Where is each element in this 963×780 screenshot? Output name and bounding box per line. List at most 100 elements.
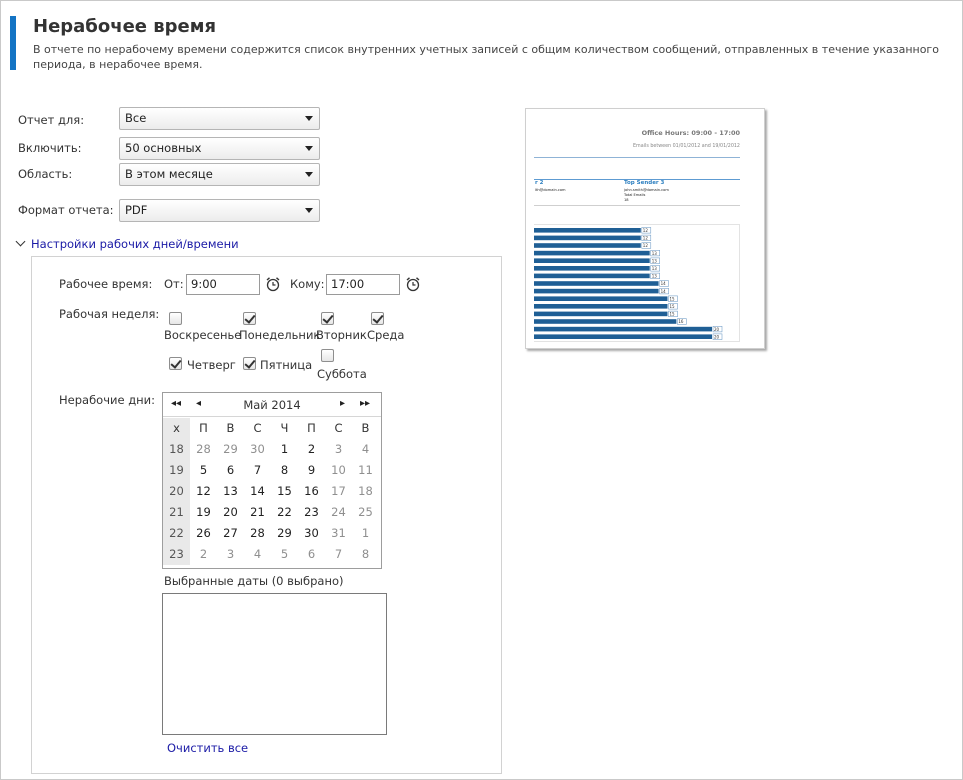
calendar-day[interactable]: 30 (298, 523, 325, 544)
preview-bar-label: 12 (643, 243, 649, 248)
calendar-day[interactable]: 22 (271, 502, 298, 523)
calendar-day[interactable]: 27 (217, 523, 244, 544)
to-time-input[interactable]: 17:00 (326, 274, 400, 295)
selected-dates-list[interactable] (162, 593, 387, 735)
calendar-day[interactable]: 10 (325, 460, 352, 481)
format-select[interactable]: PDF (119, 199, 320, 222)
work-settings-toggle[interactable]: Настройки рабочих дней/времени (15, 236, 239, 251)
calendar-day[interactable]: 8 (352, 544, 379, 565)
preview-bar-label: 13 (652, 258, 658, 263)
include-value: 50 основных (125, 141, 202, 155)
calendar-day[interactable]: 1 (271, 439, 298, 460)
preview-bar (534, 266, 650, 271)
preview-bar-label: 20 (714, 327, 720, 332)
calendar-day[interactable]: 30 (244, 439, 271, 460)
week-number[interactable]: 23 (163, 544, 190, 565)
calendar-day[interactable]: 5 (271, 544, 298, 565)
label-tuesday: Вторник (316, 328, 367, 342)
calendar-day[interactable]: 11 (352, 460, 379, 481)
calendar-day[interactable]: 21 (244, 502, 271, 523)
from-label: От: (164, 277, 184, 291)
calendar-day[interactable]: 14 (244, 481, 271, 502)
calendar-day[interactable]: 29 (271, 523, 298, 544)
preview-bar-label: 16 (678, 319, 684, 324)
weekday-header: В (226, 421, 235, 435)
calendar-day[interactable]: 28 (244, 523, 271, 544)
preview-bar (534, 235, 641, 241)
calendar-day[interactable]: 2 (298, 439, 325, 460)
preview-bar-label: 13 (652, 274, 658, 279)
preview-col2-email: john.smith@domain.com (624, 188, 669, 192)
scope-label: Область: (18, 167, 73, 181)
calendar-day[interactable]: 7 (244, 460, 271, 481)
calendar-day[interactable]: 26 (190, 523, 217, 544)
preview-divider (534, 157, 740, 158)
format-value: PDF (125, 203, 148, 217)
preview-bar-chart: 121212131313131414151515162020 (534, 224, 740, 342)
calendar-day[interactable]: 13 (217, 481, 244, 502)
calendar-day[interactable]: 3 (325, 439, 352, 460)
week-number[interactable]: 18 (163, 439, 190, 460)
week-number[interactable]: 20 (163, 481, 190, 502)
checkbox-friday[interactable] (243, 357, 256, 370)
report-for-value: Все (125, 111, 147, 125)
last-month-icon[interactable]: ▸▸ (360, 398, 370, 409)
week-number[interactable]: 19 (163, 460, 190, 481)
calendar-day[interactable]: 3 (217, 544, 244, 565)
calendar-day[interactable]: 8 (271, 460, 298, 481)
calendar-day[interactable]: 15 (271, 481, 298, 502)
alarm-clock-icon[interactable] (265, 276, 281, 292)
label-wednesday: Среда (367, 328, 405, 342)
preview-bar-label: 20 (714, 334, 720, 339)
calendar-day[interactable]: 20 (217, 502, 244, 523)
calendar-day[interactable]: 16 (298, 481, 325, 502)
clear-all-link[interactable]: Очистить все (167, 741, 248, 755)
calendar-day[interactable]: 12 (190, 481, 217, 502)
checkbox-saturday[interactable] (321, 349, 334, 362)
report-for-select[interactable]: Все (119, 107, 320, 130)
checkbox-thursday[interactable] (169, 357, 182, 370)
calendar-day[interactable]: 23 (298, 502, 325, 523)
calendar-day[interactable]: 6 (298, 544, 325, 565)
scope-select[interactable]: В этом месяце (119, 163, 320, 186)
checkbox-sunday[interactable] (169, 312, 182, 325)
calendar-day[interactable]: 4 (352, 439, 379, 460)
calendar-day[interactable]: 5 (190, 460, 217, 481)
preview-bar-label: 13 (652, 251, 658, 256)
chevron-down-icon (305, 208, 313, 213)
calendar-day[interactable]: 2 (190, 544, 217, 565)
preview-bar (534, 250, 650, 256)
calendar-day[interactable]: 17 (325, 481, 352, 502)
calendar-day[interactable]: 7 (325, 544, 352, 565)
alarm-clock-icon[interactable] (405, 276, 421, 292)
preview-col2-title: Top Sender 3 (624, 180, 665, 186)
to-label: Кому: (290, 277, 325, 291)
calendar-month-title[interactable]: Май 2014 (163, 398, 381, 412)
preview-bar (534, 311, 668, 317)
next-month-icon[interactable]: ▸ (340, 398, 345, 409)
calendar-day[interactable]: 9 (298, 460, 325, 481)
chevron-down-icon (305, 172, 313, 177)
checkbox-wednesday[interactable] (371, 312, 384, 325)
calendar-day[interactable]: 1 (352, 523, 379, 544)
preview-bar (534, 243, 641, 248)
calendar-day[interactable]: 19 (190, 502, 217, 523)
calendar-day[interactable]: 4 (244, 544, 271, 565)
from-time-input[interactable]: 9:00 (186, 274, 260, 295)
calendar-day[interactable]: 31 (325, 523, 352, 544)
calendar-day[interactable]: 18 (352, 481, 379, 502)
checkbox-tuesday[interactable] (321, 312, 334, 325)
preview-bar (534, 304, 668, 309)
preview-bar-label: 14 (661, 281, 667, 286)
date-picker-calendar: ◂◂ ◂ Май 2014 ▸ ▸▸ x П В С Ч П С В 18 28 29 30 1 2 3 4 1… (162, 392, 382, 569)
calendar-day[interactable]: 28 (190, 439, 217, 460)
week-number[interactable]: 21 (163, 502, 190, 523)
calendar-day[interactable]: 6 (217, 460, 244, 481)
calendar-day[interactable]: 25 (352, 502, 379, 523)
checkbox-monday[interactable] (243, 312, 256, 325)
include-select[interactable]: 50 основных (119, 137, 320, 160)
calendar-day[interactable]: 29 (217, 439, 244, 460)
week-number[interactable]: 22 (163, 523, 190, 544)
preview-bar (534, 273, 650, 279)
calendar-day[interactable]: 24 (325, 502, 352, 523)
